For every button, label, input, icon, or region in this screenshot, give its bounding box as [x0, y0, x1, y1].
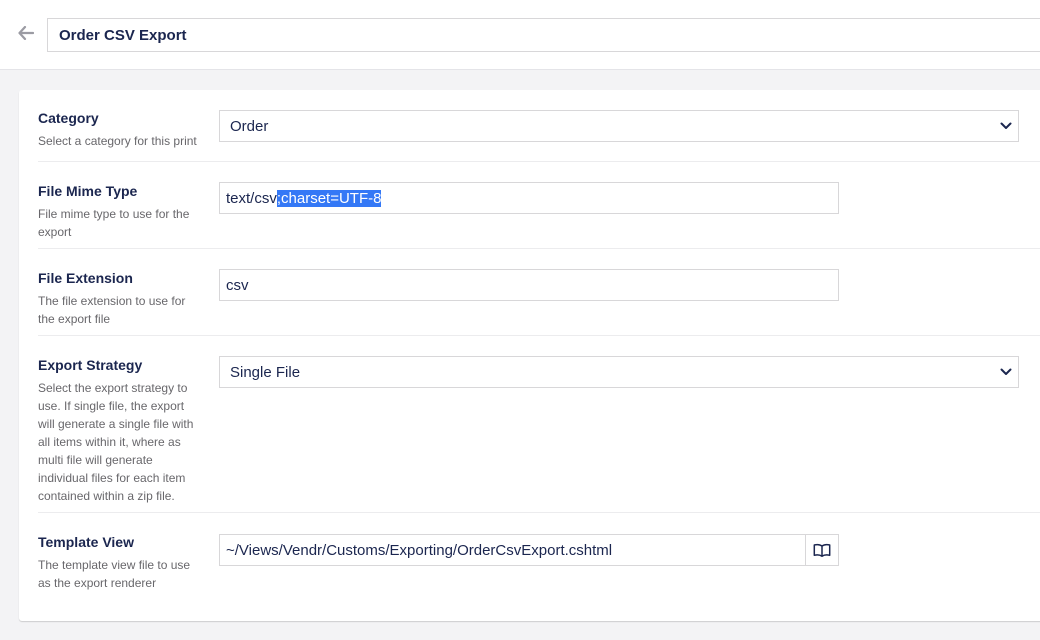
strategy-select[interactable]: Single File	[219, 356, 1019, 388]
mime-type-input[interactable]: text/csv ;charset=UTF-8	[219, 182, 839, 214]
open-book-icon	[813, 543, 831, 557]
strategy-label: Export Strategy	[38, 357, 143, 373]
template-label: Template View	[38, 534, 134, 550]
template-input[interactable]: ~/Views/Vendr/Customs/Exporting/OrderCsv…	[220, 535, 805, 565]
template-picker: ~/Views/Vendr/Customs/Exporting/OrderCsv…	[219, 534, 839, 566]
chevron-down-icon	[1000, 368, 1012, 375]
settings-panel: Category Select a category for this prin…	[19, 90, 1040, 621]
back-button[interactable]	[14, 22, 38, 44]
mime-type-description: File mime type to use for the export	[38, 207, 190, 239]
strategy-select-value: Single File	[230, 363, 301, 381]
mime-type-selected-text: ;charset=UTF-8	[276, 189, 382, 207]
template-row: Template View The template view file to …	[38, 513, 1040, 621]
mime-type-value: text/csv	[226, 189, 277, 207]
strategy-row: Export Strategy Select the export strate…	[38, 336, 1040, 513]
extension-value: csv	[226, 276, 249, 294]
category-select-value: Order	[230, 117, 269, 135]
extension-row: File Extension The file extension to use…	[38, 249, 1040, 336]
editor-header	[0, 0, 1040, 70]
browse-template-button[interactable]	[805, 535, 838, 565]
mime-type-row: File Mime Type File mime type to use for…	[38, 162, 1040, 249]
template-description: The template view file to use as the exp…	[38, 558, 191, 590]
extension-description: The file extension to use for the export…	[38, 294, 186, 326]
mime-type-label: File Mime Type	[38, 183, 138, 199]
chevron-down-icon	[1000, 122, 1012, 129]
strategy-description: Select the export strategy to use. If si…	[38, 381, 194, 503]
category-description: Select a category for this print	[38, 134, 197, 148]
extension-input[interactable]: csv	[219, 269, 839, 301]
category-select[interactable]: Order	[219, 110, 1019, 142]
extension-label: File Extension	[38, 270, 133, 286]
arrow-left-icon	[18, 26, 34, 40]
category-label: Category	[38, 110, 99, 126]
name-input[interactable]	[47, 18, 1040, 52]
category-row: Category Select a category for this prin…	[38, 90, 1040, 162]
